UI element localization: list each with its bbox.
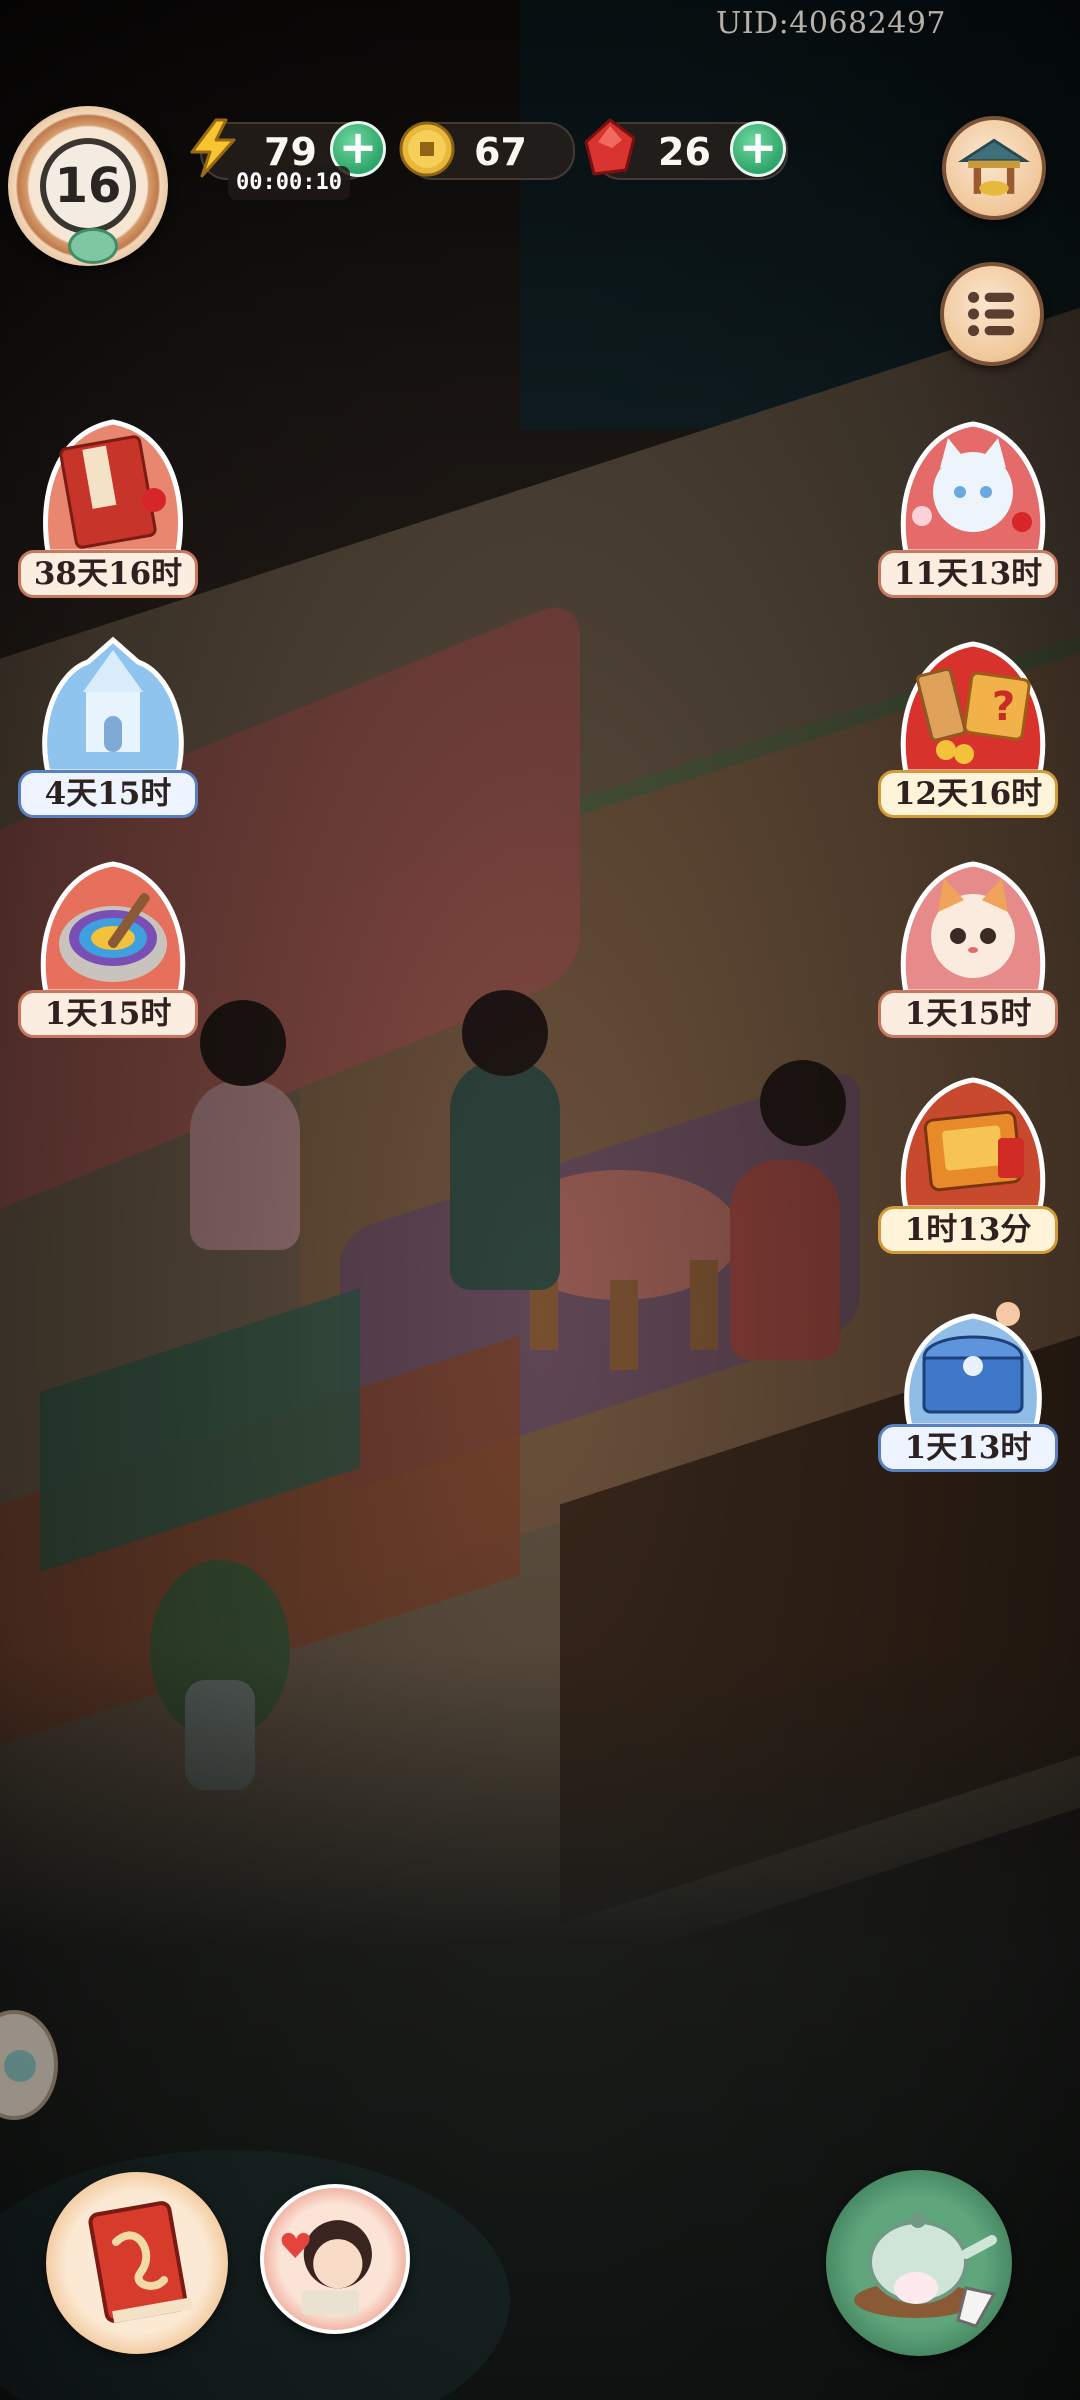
red-gold-treasure-box-icon xyxy=(900,1077,1046,1211)
red-book-scroll-icon xyxy=(43,419,183,555)
event-timer: 1天13时 xyxy=(878,1424,1058,1472)
svg-text:?: ? xyxy=(992,684,1015,730)
side-tab-cat-icon xyxy=(4,2050,36,2082)
event-timer: 4天15时 xyxy=(18,770,198,818)
lady-portrait-icon xyxy=(281,2220,372,2315)
add-gem-button[interactable]: + xyxy=(730,121,786,177)
copper-coin-icon xyxy=(399,121,455,177)
teapot-rabbit-button[interactable] xyxy=(826,2170,1012,2356)
event-white-cat[interactable]: 11天13时 xyxy=(878,412,1068,612)
gem-value: 26 xyxy=(658,130,711,174)
player-level-badge[interactable]: 16 xyxy=(8,106,168,266)
menu-button[interactable] xyxy=(940,262,1044,366)
uid-label: UID:40682497 xyxy=(716,6,946,41)
character-portrait-button[interactable] xyxy=(260,2184,410,2334)
ice-palace-icon xyxy=(42,636,184,775)
event-blue-chest[interactable]: 1天13时 xyxy=(878,1286,1068,1486)
red-gem-icon xyxy=(584,118,636,176)
level-center: 16 xyxy=(40,138,136,234)
quest-book-button[interactable] xyxy=(46,2172,228,2354)
side-tab-button[interactable] xyxy=(0,2010,58,2120)
event-book-scroll[interactable]: 38天16时 xyxy=(18,412,208,612)
event-treasure-box[interactable]: 1时13分 xyxy=(878,1068,1068,1268)
event-timer: 12天16时 xyxy=(878,770,1058,818)
white-cat-blossom-icon xyxy=(900,421,1046,555)
mystery-gift-box-icon: ? xyxy=(900,641,1046,775)
menu-list-icon xyxy=(968,291,1015,337)
event-mystery-gift[interactable]: ? 12天16时 xyxy=(878,632,1068,832)
orange-cat-icon xyxy=(900,861,1046,995)
level-number: 16 xyxy=(54,158,122,214)
event-timer: 1时13分 xyxy=(878,1206,1058,1254)
teapot-rabbit-icon xyxy=(854,2212,997,2328)
event-timer: 38天16时 xyxy=(18,550,198,598)
event-timer: 1天15时 xyxy=(878,990,1058,1038)
shop-button[interactable] xyxy=(942,116,1046,220)
event-paint-bowl[interactable]: 1天15时 xyxy=(18,852,208,1052)
blue-treasure-chest-icon xyxy=(904,1302,1042,1429)
red-book-icon xyxy=(88,2201,194,2324)
event-orange-cat[interactable]: 1天15时 xyxy=(878,852,1068,1052)
lotus-leaf-icon xyxy=(68,228,118,264)
event-ice-palace[interactable]: 4天15时 xyxy=(18,632,208,832)
event-timer: 1天15时 xyxy=(18,990,198,1038)
shop-pavilion-icon xyxy=(957,138,1031,196)
coin-value: 67 xyxy=(474,130,527,174)
rainbow-paint-bowl-icon xyxy=(40,861,186,995)
event-timer: 11天13时 xyxy=(878,550,1058,598)
energy-timer: 00:00:10 xyxy=(228,166,350,200)
